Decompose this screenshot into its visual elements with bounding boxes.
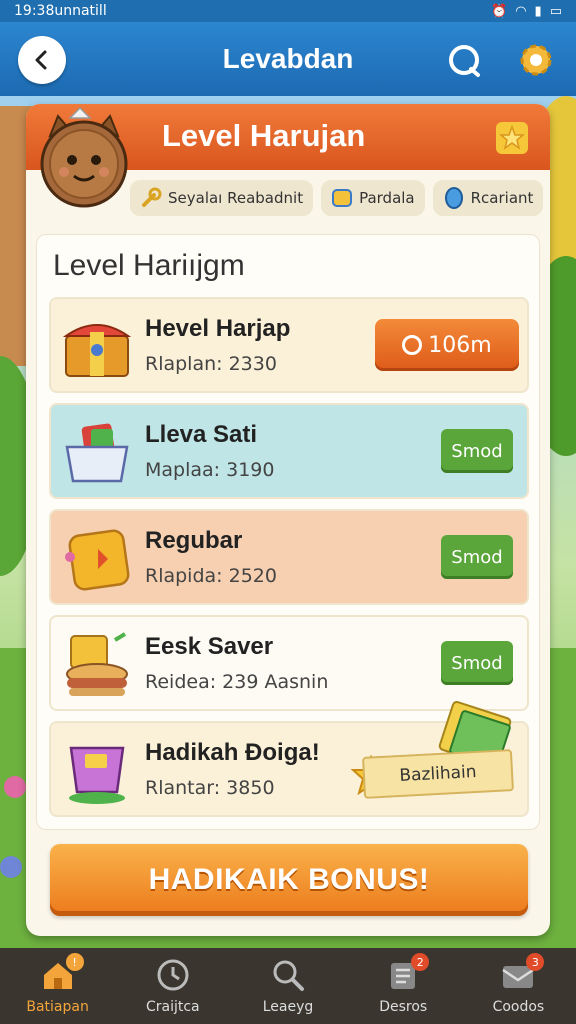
- battery-icon: ▭: [549, 3, 562, 19]
- list-icon: 2: [383, 953, 430, 993]
- nav-label: Desros: [379, 999, 428, 1015]
- item-name: Lleva Sati: [145, 421, 258, 448]
- wifi-icon: ◠: [515, 3, 527, 19]
- sandwich-icon: [59, 627, 135, 703]
- item-name: Hadikah Đoiga!: [145, 739, 320, 766]
- reward-tag[interactable]: Bazlihain: [362, 749, 514, 799]
- star-icon[interactable]: [492, 118, 532, 158]
- timer-label: 106m: [428, 332, 492, 358]
- nav-label: Batiapan: [26, 999, 89, 1015]
- send-button[interactable]: Smod: [441, 535, 513, 579]
- list-item[interactable]: Hevel Harjap Rlaplan: 2330 106m: [49, 297, 529, 393]
- item-subtitle: Reidea: 239 Aasnin: [145, 671, 329, 693]
- status-icons: ⏰ ◠ ▮ ▭: [491, 4, 562, 19]
- nav-item-clock[interactable]: Craijtca: [115, 948, 230, 1024]
- flower-decoration: [4, 776, 26, 798]
- chip-label: Pardala: [359, 189, 415, 207]
- mail-icon: 3: [498, 953, 545, 993]
- home-icon: !: [38, 953, 84, 993]
- bottom-navigation: ! Batiapan Craijtca Leaeyg 2 Desros 3 Co…: [0, 948, 576, 1024]
- nav-item-home[interactable]: ! Batiapan: [0, 948, 115, 1024]
- chevron-left-icon: [35, 50, 47, 70]
- back-button[interactable]: [18, 36, 66, 84]
- cup-icon: [59, 733, 135, 809]
- bonus-button[interactable]: HADIKAIK BONUS!: [50, 844, 528, 916]
- chip-resource-1[interactable]: Seyalaı Reabadnit: [130, 180, 314, 216]
- tag-icon: [59, 521, 135, 597]
- clock-icon: [153, 957, 193, 993]
- flower-decoration: [0, 856, 22, 878]
- basket-icon: [59, 415, 135, 491]
- nav-label: Coodos: [492, 999, 545, 1015]
- level-list: Level Hariıjgm Hevel Harjap Rlaplan: 233…: [36, 234, 540, 830]
- nav-item-search[interactable]: Leaeyg: [230, 948, 345, 1024]
- treasure-chest-icon: [59, 309, 135, 385]
- gem-icon: [443, 187, 465, 209]
- app-title: Levabdan: [222, 43, 354, 74]
- list-heading: Level Hariıjgm: [53, 249, 245, 282]
- item-name: Regubar: [145, 527, 243, 554]
- send-button[interactable]: Smod: [441, 429, 513, 473]
- item-subtitle: Rlantar: 3850: [145, 777, 275, 799]
- notification-dot: !: [65, 953, 84, 971]
- refresh-button[interactable]: [442, 38, 486, 82]
- refresh-icon: [449, 45, 480, 77]
- nav-item-mail[interactable]: 3 Coodos: [461, 948, 576, 1024]
- notification-badge: 2: [411, 953, 430, 971]
- item-subtitle: Rlaplan: 2330: [145, 353, 277, 375]
- list-item[interactable]: Regubar Rlapida: 2520 Smod: [49, 509, 529, 605]
- chip-resource-2[interactable]: Pardala: [321, 180, 425, 216]
- panel-title: Level Harujan: [162, 118, 366, 153]
- wrench-icon: [140, 187, 162, 209]
- nav-item-list[interactable]: 2 Desros: [346, 948, 461, 1024]
- resource-chips: Seyalaı Reabadnit Pardala Rcariant: [130, 180, 544, 216]
- chip-label: Seyalaı Reabadnit: [168, 189, 304, 207]
- timer-icon: [402, 335, 423, 355]
- alarm-icon: ⏰: [491, 3, 508, 19]
- chip-label: Rcariant: [470, 189, 534, 207]
- coin-icon: [331, 187, 353, 209]
- list-item[interactable]: Eesk Saver Reidea: 239 Aasnin Smod: [49, 615, 529, 711]
- list-item[interactable]: Hadikah Đoiga! Rlantar: 3850 Bazlihain: [49, 700, 529, 817]
- nav-label: Craijtca: [145, 999, 200, 1015]
- item-name: Eesk Saver: [145, 633, 274, 660]
- status-time: 19:38unnatill: [14, 3, 107, 19]
- status-bar: 19:38unnatill ⏰ ◠ ▮ ▭: [0, 0, 576, 22]
- item-name: Hevel Harjap: [145, 315, 291, 342]
- chip-resource-3[interactable]: Rcariant: [432, 180, 544, 216]
- notification-badge: 3: [526, 953, 545, 971]
- timer-button[interactable]: 106m: [375, 319, 519, 371]
- gear-icon: [520, 44, 552, 76]
- send-button[interactable]: Smod: [441, 641, 513, 685]
- mascot-cat-icon: [40, 106, 128, 208]
- signal-icon: ▮: [534, 3, 542, 19]
- item-subtitle: Maplaa: 3190: [145, 459, 275, 481]
- search-icon: [268, 957, 308, 993]
- app-bar: Levabdan: [0, 22, 576, 96]
- list-item[interactable]: Lleva Sati Maplaa: 3190 Smod: [49, 403, 529, 499]
- nav-label: Leaeyg: [262, 999, 314, 1015]
- settings-button[interactable]: [512, 36, 560, 84]
- item-subtitle: Rlapida: 2520: [145, 565, 277, 587]
- level-panel: Level Harujan Seyalaı Reabadnit Pardala: [26, 104, 550, 936]
